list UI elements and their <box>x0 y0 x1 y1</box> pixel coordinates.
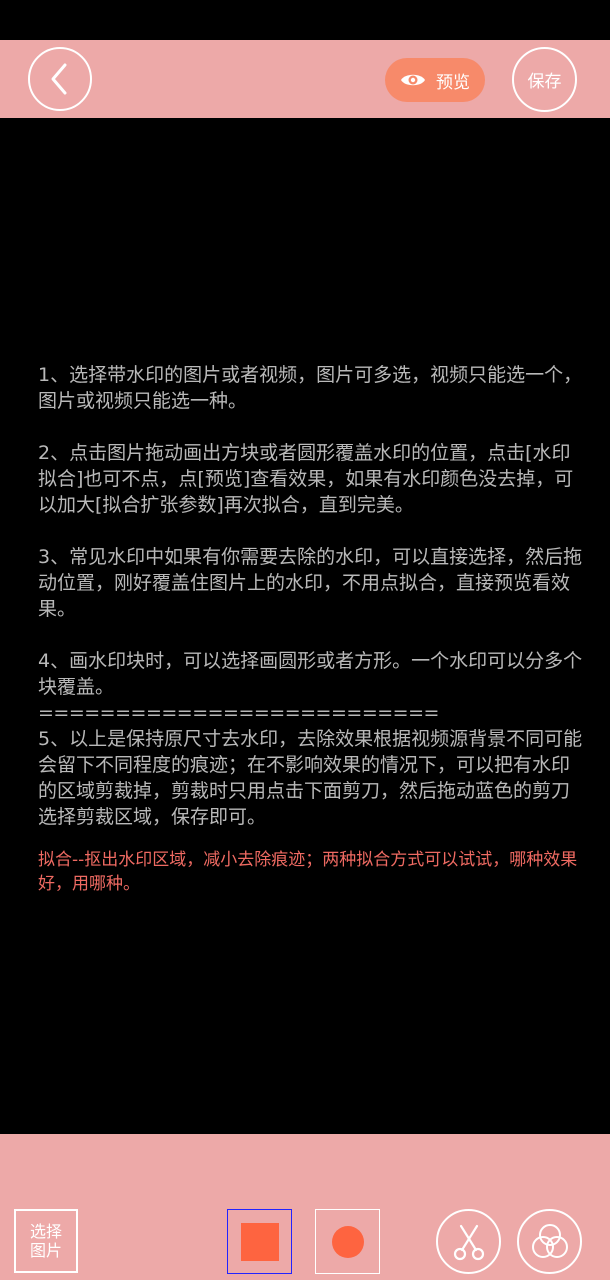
square-icon <box>240 1222 279 1261</box>
circle-icon <box>331 1225 364 1258</box>
divider-line: ================================== <box>38 702 438 724</box>
crop-scissors-button[interactable] <box>436 1209 501 1274</box>
circle-shape-button[interactable] <box>315 1209 380 1274</box>
bottom-toolbar: 选择图片 <box>0 1134 610 1280</box>
overlapping-circles-icon <box>531 1223 568 1258</box>
instruction-3: 3、常见水印中如果有你需要去除的水印，可以直接选择，然后拖动位置，刚好覆盖住图片… <box>38 546 583 620</box>
instruction-1: 1、选择带水印的图片或者视频，图片可多选，视频只能选一个，图片或视频只能选一种。 <box>38 364 583 412</box>
eye-icon <box>401 74 425 86</box>
instruction-4: 4、画水印块时，可以选择画圆形或者方形。一个水印可以分多个块覆盖。 <box>38 650 583 698</box>
instruction-2: 2、点击图片拖动画出方块或者圆形覆盖水印的位置，点击[水印拟合]也可不点，点[预… <box>38 442 574 516</box>
square-shape-button[interactable] <box>227 1209 292 1274</box>
instruction-5: 5、以上是保持原尺寸去水印，去除效果根据视频源背景不同可能会留下不同程度的痕迹；… <box>38 728 583 828</box>
chevron-left-icon <box>51 63 67 95</box>
preview-button[interactable]: 预览 <box>385 58 485 102</box>
select-image-label: 选择图片 <box>29 1222 62 1260</box>
back-button[interactable] <box>28 47 92 111</box>
canvas-area[interactable]: 1、选择带水印的图片或者视频，图片可多选，视频只能选一个，图片或视频只能选一种。… <box>0 118 610 1134</box>
select-image-button[interactable]: 选择图片 <box>14 1209 78 1273</box>
instructions-text: 1、选择带水印的图片或者视频，图片可多选，视频只能选一个，图片或视频只能选一种。… <box>38 362 583 896</box>
fit-mode-button[interactable] <box>517 1209 582 1274</box>
save-button[interactable]: 保存 <box>512 47 577 112</box>
top-toolbar: 预览 保存 <box>0 40 610 118</box>
status-bar <box>0 0 610 40</box>
save-label: 保存 <box>527 72 562 92</box>
fit-hint: 拟合--抠出水印区域，减小去除痕迹；两种拟合方式可以试试，哪种效果好，用哪种。 <box>38 850 578 894</box>
scissors-icon <box>453 1224 484 1260</box>
preview-label: 预览 <box>436 72 470 93</box>
